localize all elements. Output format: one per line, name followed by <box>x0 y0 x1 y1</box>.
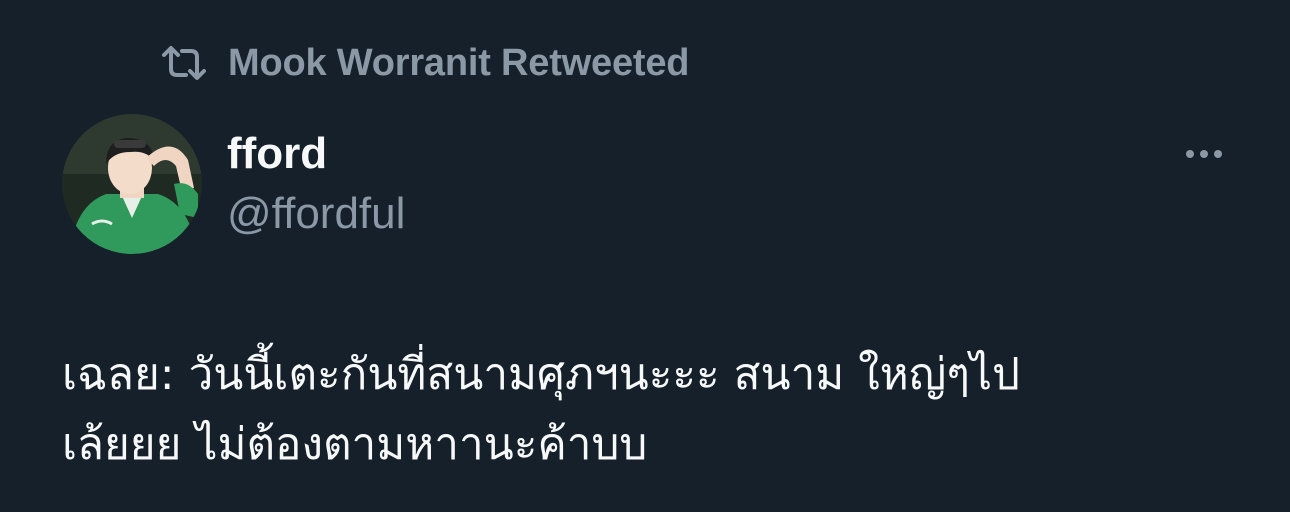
retweet-icon <box>160 43 208 83</box>
more-dot <box>1200 150 1208 158</box>
display-name[interactable]: fford <box>227 128 327 180</box>
tweet-text: เฉลย: วันนี้เตะกันที่สนามศุภฯนะะะ สนาม ใ… <box>62 340 1252 480</box>
more-options-button[interactable] <box>1176 134 1232 174</box>
retweet-context[interactable]: Mook Worranit Retweeted <box>160 38 690 88</box>
user-handle[interactable]: @ffordful <box>227 188 405 240</box>
tweet-text-line: เล้ยยย ไม่ต้องตามหาานะค้าบบ <box>62 419 648 470</box>
retweeted-by-label[interactable]: Mook Worranit Retweeted <box>228 42 690 85</box>
tweet-text-line: เฉลย: วันนี้เตะกันที่สนามศุภฯนะะะ สนาม ใ… <box>62 349 1020 400</box>
more-horizontal-icon <box>1186 150 1194 158</box>
more-dot <box>1214 150 1222 158</box>
avatar[interactable] <box>62 114 202 254</box>
